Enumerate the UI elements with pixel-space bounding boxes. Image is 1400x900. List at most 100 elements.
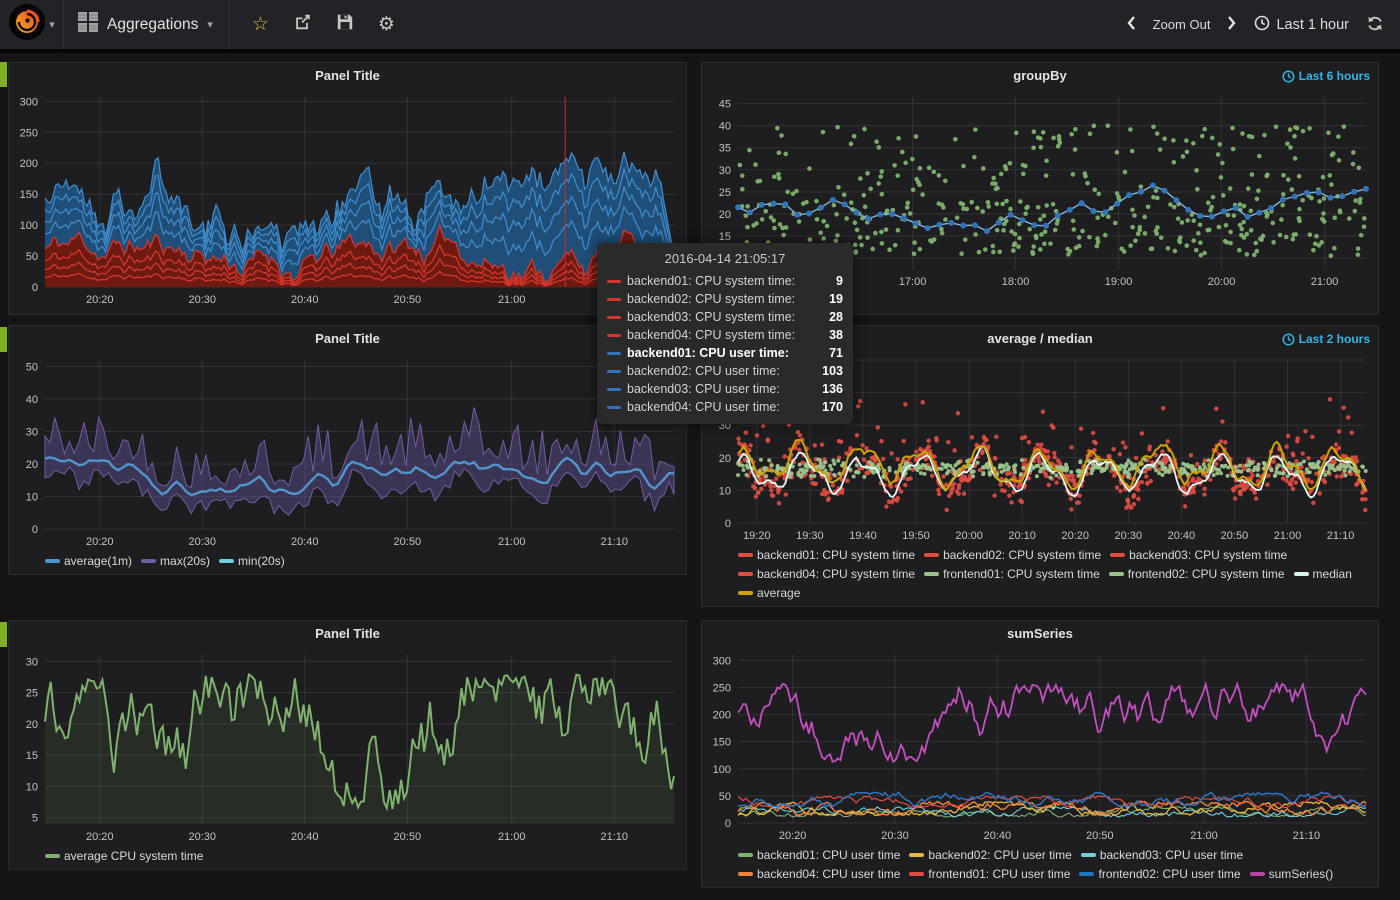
legend-item[interactable]: frontend01: CPU user time — [909, 865, 1070, 883]
share-button[interactable] — [293, 13, 312, 36]
svg-text:21:00: 21:00 — [1311, 276, 1339, 288]
panel-time-badge[interactable]: Last 6 hours — [1282, 63, 1370, 89]
tooltip-series-row: backend03: CPU system time:28 — [607, 308, 843, 326]
svg-text:35: 35 — [719, 143, 731, 155]
legend-item[interactable]: backend02: CPU system time — [924, 546, 1101, 564]
svg-text:20:50: 20:50 — [394, 831, 422, 843]
zoom-out-button[interactable]: Zoom Out — [1153, 17, 1211, 32]
legend-swatch — [1110, 553, 1125, 557]
panel-header[interactable]: Panel Title — [9, 621, 686, 647]
legend-item[interactable]: sumSeries() — [1250, 865, 1334, 883]
chart-area-band[interactable]: 5040302010020:2020:3020:4020:5021:0021:1… — [9, 352, 686, 551]
svg-text:20: 20 — [26, 459, 38, 471]
svg-text:19:00: 19:00 — [1105, 276, 1133, 288]
legend-item[interactable]: max(20s) — [141, 552, 210, 570]
svg-text:50: 50 — [26, 362, 38, 374]
svg-text:15: 15 — [719, 231, 731, 243]
panel-bottom-left: Panel Title 3025201510520:2020:3020:4020… — [8, 620, 687, 870]
panel-title[interactable]: groupBy — [1013, 68, 1066, 83]
panel-title[interactable]: average / median — [987, 331, 1093, 346]
panel-title[interactable]: Panel Title — [315, 626, 380, 641]
chart-area-stacked[interactable]: 30025020015010050020:2020:3020:4020:5021… — [9, 89, 686, 309]
svg-text:20:50: 20:50 — [394, 536, 422, 548]
legend-swatch — [1294, 572, 1309, 576]
legend: average CPU system time — [9, 846, 686, 869]
legend-item[interactable]: frontend02: CPU user time — [1079, 865, 1240, 883]
save-button[interactable] — [336, 13, 354, 36]
legend-item[interactable]: average(1m) — [45, 552, 132, 570]
series-swatch — [607, 352, 621, 355]
time-back-chevron[interactable] — [1126, 15, 1136, 34]
svg-text:18:00: 18:00 — [1002, 276, 1030, 288]
svg-text:20:50: 20:50 — [1221, 530, 1249, 542]
row-toggle-1[interactable] — [0, 62, 7, 87]
panel-header[interactable]: Panel Title — [9, 326, 686, 352]
time-forward-chevron[interactable] — [1227, 15, 1237, 34]
svg-text:250: 250 — [20, 127, 38, 139]
legend-item[interactable]: backend03: CPU user time — [1081, 846, 1243, 864]
svg-text:20:30: 20:30 — [188, 536, 216, 548]
svg-text:20:40: 20:40 — [291, 831, 319, 843]
svg-text:19:50: 19:50 — [902, 530, 930, 542]
legend-swatch — [141, 559, 156, 563]
legend-item[interactable]: frontend02: CPU system time — [1109, 565, 1285, 583]
legend-item[interactable]: average CPU system time — [45, 847, 203, 865]
svg-text:30: 30 — [719, 165, 731, 177]
tooltip-series-row: backend01: CPU system time:9 — [607, 272, 843, 290]
series-swatch — [607, 334, 621, 337]
tooltip-series-row: backend01: CPU user time:71 — [607, 344, 843, 362]
grafana-logo-menu[interactable]: ▾ — [0, 0, 64, 49]
legend-item[interactable]: frontend01: CPU system time — [924, 565, 1100, 583]
refresh-button[interactable] — [1366, 15, 1384, 35]
legend-swatch — [924, 553, 939, 557]
time-range-button[interactable]: Last 1 hour — [1254, 15, 1349, 35]
legend-swatch — [219, 559, 234, 563]
svg-text:5: 5 — [32, 813, 38, 825]
panel-header[interactable]: sumSeries — [702, 621, 1378, 647]
legend-item[interactable]: backend04: CPU user time — [738, 865, 900, 883]
panel-time-badge[interactable]: Last 2 hours — [1282, 326, 1370, 352]
panel-title[interactable]: sumSeries — [1007, 626, 1073, 641]
panel-header[interactable]: Panel Title — [9, 63, 686, 89]
svg-text:15: 15 — [26, 750, 38, 762]
tooltip-series-row: backend02: CPU system time:19 — [607, 290, 843, 308]
settings-button[interactable]: ⚙ — [378, 15, 395, 34]
svg-text:200: 200 — [713, 710, 731, 722]
panel-title[interactable]: Panel Title — [315, 68, 380, 83]
dashboard-picker[interactable]: Aggregations ▾ — [64, 0, 230, 49]
row-toggle-2[interactable] — [0, 327, 7, 352]
panel-title[interactable]: Panel Title — [315, 331, 380, 346]
legend-item[interactable]: backend03: CPU system time — [1110, 546, 1287, 564]
svg-text:25: 25 — [719, 187, 731, 199]
svg-text:21:00: 21:00 — [1274, 530, 1302, 542]
svg-text:200: 200 — [20, 158, 38, 170]
svg-text:10: 10 — [719, 485, 731, 497]
row-toggle-3[interactable] — [0, 622, 7, 647]
legend-swatch — [738, 853, 753, 857]
svg-text:20:40: 20:40 — [1168, 530, 1196, 542]
legend-item[interactable]: backend01: CPU user time — [738, 846, 900, 864]
svg-text:21:10: 21:10 — [600, 831, 628, 843]
chart-area-multi[interactable]: 30025020015010050020:2020:3020:4020:5021… — [702, 647, 1378, 845]
series-swatch — [607, 316, 621, 319]
panel-header[interactable]: groupBy Last 6 hours — [702, 63, 1378, 89]
svg-text:20:10: 20:10 — [1008, 530, 1036, 542]
legend-item[interactable]: backend04: CPU system time — [738, 565, 915, 583]
dashboard-caret-icon: ▾ — [207, 18, 213, 31]
legend-item[interactable]: backend02: CPU user time — [909, 846, 1071, 864]
legend — [9, 309, 686, 314]
legend-item[interactable]: backend01: CPU system time — [738, 546, 915, 564]
tooltip-series-row: backend04: CPU user time:170 — [607, 398, 843, 416]
legend-item[interactable]: median — [1294, 565, 1352, 583]
legend-item[interactable]: min(20s) — [219, 552, 285, 570]
chart-area-line[interactable]: 3025201510520:2020:3020:4020:5021:0021:1… — [9, 647, 686, 846]
svg-text:300: 300 — [20, 96, 38, 108]
svg-text:20:20: 20:20 — [86, 294, 114, 306]
svg-text:20:00: 20:00 — [1208, 276, 1236, 288]
legend-item[interactable]: average — [738, 584, 800, 602]
svg-text:300: 300 — [713, 655, 731, 667]
svg-text:0: 0 — [725, 818, 731, 830]
svg-text:100: 100 — [713, 764, 731, 776]
legend-swatch — [738, 553, 753, 557]
star-button[interactable]: ☆ — [252, 15, 269, 34]
